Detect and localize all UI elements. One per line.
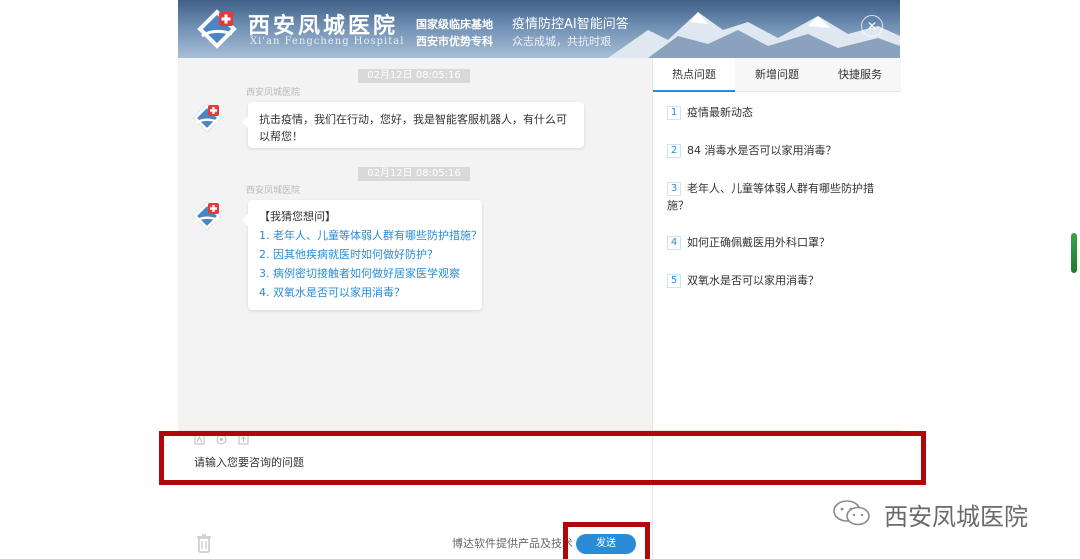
tab-quick-services[interactable]: 快捷服务 <box>819 58 901 92</box>
app-window: 西安凤城医院 Xi'an Fengcheng Hospital 国家级临床基地 … <box>0 0 1080 559</box>
hot-question-item[interactable]: 4 如何正确佩戴医用外科口罩？ <box>667 234 893 251</box>
highlight-frame-send <box>563 522 650 559</box>
hot-question-item[interactable]: 1 疫情最新动态 <box>667 104 893 121</box>
ai-slogan: 众志成城，共抗时艰 <box>512 35 611 48</box>
trash-icon[interactable] <box>196 533 212 553</box>
hot-question-item[interactable]: 3 老年人、儿童等体弱人群有哪些防护措施？ <box>667 180 893 214</box>
header-banner: 西安凤城医院 Xi'an Fengcheng Hospital 国家级临床基地 … <box>178 0 900 58</box>
hot-question-text: 老年人、儿童等体弱人群有哪些防护措施？ <box>667 182 874 212</box>
message-sender: 西安凤城医院 <box>246 186 301 196</box>
hot-question-text: 84 消毒水是否可以家用消毒？ <box>687 144 837 157</box>
base-line-1: 国家级临床基地 <box>416 18 493 31</box>
base-line-2: 西安市优势专科 <box>416 35 493 48</box>
highlight-frame-input <box>159 431 926 485</box>
close-button[interactable]: ✕ <box>861 15 883 37</box>
hot-question-number: 1 <box>667 106 681 120</box>
message-text: 抗击疫情，我们在行动，您好，我是智能客服机器人，有什么可以帮您！ <box>259 113 567 143</box>
chat-panel[interactable]: 02月12日 08:05:16 西安凤城医院 抗击疫情，我们在行动，您好，我是智… <box>178 58 652 430</box>
tab-hot-questions[interactable]: 热点问题 <box>653 58 735 92</box>
message-sender: 西安凤城医院 <box>246 88 301 98</box>
scroll-indicator[interactable] <box>1071 233 1077 273</box>
guess-item[interactable]: 1. 老年人、儿童等体弱人群有哪些防护措施？ <box>259 227 482 244</box>
message-time: 02月12日 08:05:16 <box>358 69 470 83</box>
hot-question-text: 如何正确佩戴医用外科口罩？ <box>687 236 830 249</box>
hospital-logo-icon <box>192 103 222 133</box>
hot-question-number: 3 <box>667 182 681 196</box>
guess-item[interactable]: 4. 双氧水是否可以家用消毒？ <box>259 284 471 301</box>
hospital-name-en: Xi'an Fengcheng Hospital <box>250 36 405 47</box>
ai-title: 疫情防控AI智能问答 <box>512 17 629 32</box>
guess-bubble: 【我猜您想问】 1. 老年人、儿童等体弱人群有哪些防护措施？ 2. 因其他疾病就… <box>242 200 482 310</box>
hot-question-text: 双氧水是否可以家用消毒？ <box>687 274 819 287</box>
wechat-icon <box>833 500 870 526</box>
hospital-logo-icon <box>197 9 237 49</box>
message-time: 02月12日 08:05:16 <box>358 167 470 181</box>
close-icon: ✕ <box>866 19 878 33</box>
tab-bar: 热点问题 新增问题 快捷服务 <box>653 58 901 92</box>
hot-question-number: 2 <box>667 144 681 158</box>
hot-question-text: 疫情最新动态 <box>687 106 753 119</box>
tab-new-questions[interactable]: 新增问题 <box>736 58 818 92</box>
hospital-logo-icon <box>192 201 222 231</box>
message-bubble: 抗击疫情，我们在行动，您好，我是智能客服机器人，有什么可以帮您！ <box>242 102 584 148</box>
watermark-text: 西安凤城医院 <box>884 503 1028 531</box>
guess-item[interactable]: 2. 因其他疾病就医时如何做好防护？ <box>259 246 471 263</box>
powered-by-text: 博达软件提供产品及技术 <box>452 537 573 550</box>
guess-title: 【我猜您想问】 <box>259 210 336 223</box>
hot-question-item[interactable]: 2 84 消毒水是否可以家用消毒？ <box>667 142 893 159</box>
guess-item[interactable]: 3. 病例密切接触者如何做好居家医学观察 <box>259 265 471 282</box>
hot-question-item[interactable]: 5 双氧水是否可以家用消毒？ <box>667 272 893 289</box>
hot-question-number: 5 <box>667 274 681 288</box>
hot-question-number: 4 <box>667 236 681 250</box>
